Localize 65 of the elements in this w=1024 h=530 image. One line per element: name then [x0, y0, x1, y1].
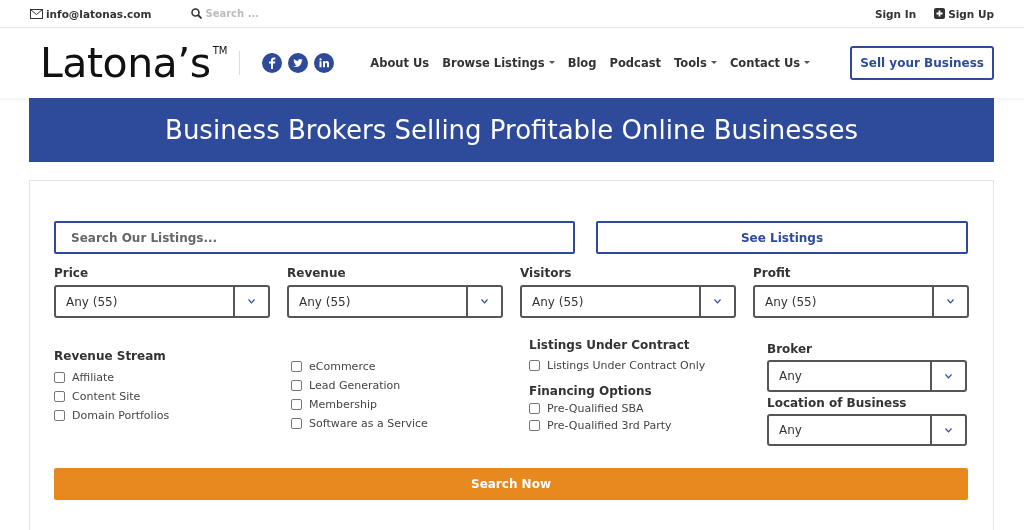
listings-search-field[interactable]: Search Our Listings...: [54, 221, 575, 254]
checkbox-label: Lead Generation: [309, 379, 401, 392]
mail-icon: [30, 8, 43, 19]
see-listings-button[interactable]: See Listings: [596, 221, 968, 254]
section-heading: Listings Under Contract: [529, 338, 691, 352]
dropdown[interactable]: Any (55): [753, 285, 969, 318]
checkbox[interactable]: [529, 420, 540, 431]
twitter-icon[interactable]: [288, 53, 309, 73]
checkbox-label: eCommerce: [309, 360, 376, 373]
linkedin-icon[interactable]: [314, 53, 335, 73]
nav-link[interactable]: About Us: [370, 56, 430, 70]
checkbox[interactable]: [529, 403, 540, 414]
sign-up-link[interactable]: Sign Up: [948, 7, 994, 20]
chevron-down-icon: [248, 299, 255, 304]
field-label: Location of Business: [767, 396, 908, 410]
checkbox-label: Listings Under Contract Only: [547, 359, 706, 372]
nav-link[interactable]: Contact Us: [729, 56, 811, 70]
checkbox-label: Domain Portfolios: [72, 409, 170, 422]
checkbox-label: Membership: [309, 398, 377, 411]
caret-icon: [804, 61, 811, 65]
checkbox[interactable]: [54, 410, 65, 421]
section-heading: Revenue Stream: [54, 349, 166, 363]
field-label: Visitors: [520, 266, 573, 280]
sign-in-link[interactable]: Sign In: [874, 7, 917, 20]
plus-square-icon: [934, 8, 946, 19]
facebook-icon[interactable]: [262, 53, 283, 73]
dropdown[interactable]: Any: [767, 414, 967, 446]
field-label: Price: [54, 266, 90, 280]
nav-link[interactable]: Browse Listings: [442, 56, 555, 70]
checkbox[interactable]: [529, 360, 540, 371]
trademark: TM: [212, 44, 228, 56]
chevron-down-icon: [481, 299, 488, 304]
search-icon: [191, 8, 203, 19]
checkbox[interactable]: [291, 418, 302, 429]
sell-business-button[interactable]: Sell your Business: [850, 46, 994, 80]
nav-link[interactable]: Tools: [674, 56, 717, 70]
checkbox[interactable]: [54, 372, 65, 383]
checkbox[interactable]: [291, 380, 302, 391]
section-heading: Financing Options: [529, 384, 653, 398]
checkbox-label: Pre-Qualified SBA: [547, 402, 644, 415]
dropdown[interactable]: Any (55): [520, 285, 736, 318]
nav-link[interactable]: Blog: [567, 56, 597, 70]
dropdown[interactable]: Any: [767, 360, 967, 392]
dropdown[interactable]: Any (55): [54, 285, 270, 318]
checkbox-label: Software as a Service: [309, 417, 428, 430]
logo[interactable]: Latona’s: [40, 42, 211, 84]
checkbox-label: Affiliate: [72, 371, 115, 384]
chevron-down-icon: [947, 299, 954, 304]
dropdown[interactable]: Any (55): [287, 285, 503, 318]
checkbox[interactable]: [291, 399, 302, 410]
chevron-down-icon: [945, 427, 952, 433]
email-link[interactable]: info@latonas.com: [46, 7, 152, 20]
field-label: Broker: [767, 342, 814, 356]
field-label: Revenue: [287, 266, 347, 280]
banner-title: Business Brokers Selling Profitable Online Businesses: [165, 115, 858, 145]
nav-link[interactable]: Podcast: [609, 56, 661, 70]
checkbox-label: Content Site: [72, 390, 141, 403]
caret-icon: [548, 61, 555, 65]
chevron-down-icon: [714, 299, 721, 304]
field-label: Profit: [753, 266, 792, 280]
caret-icon: [710, 61, 717, 65]
checkbox[interactable]: [54, 391, 65, 402]
checkbox-label: Pre-Qualified 3rd Party: [547, 419, 672, 432]
checkbox[interactable]: [291, 361, 302, 372]
chevron-down-icon: [945, 373, 952, 379]
